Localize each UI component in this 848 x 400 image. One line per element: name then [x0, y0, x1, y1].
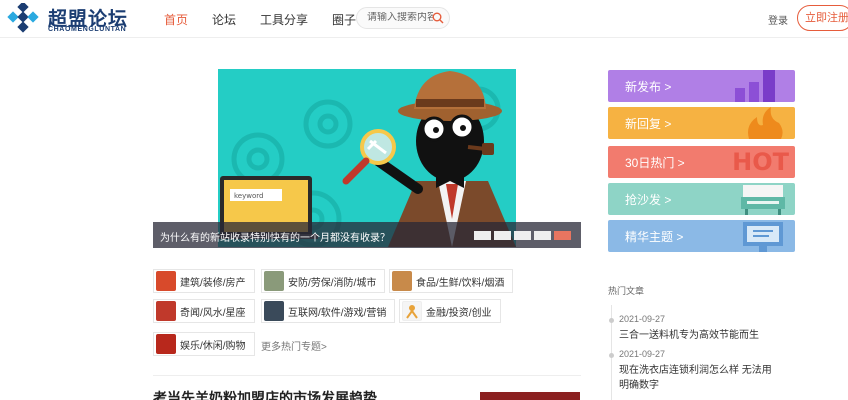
main-nav: 首页 论坛 工具分享 圈子 — [164, 11, 380, 28]
category-food[interactable]: 食品/生鲜/饮料/烟酒 — [389, 269, 514, 293]
search-box — [356, 7, 450, 29]
site-header: 超盟论坛 CHAOMENGLUNTAN 首页 论坛 工具分享 圈子 登录 立即注… — [0, 0, 848, 38]
nav-home[interactable]: 首页 — [164, 11, 188, 28]
food-icon — [392, 271, 412, 291]
article-thumbnail[interactable] — [480, 392, 580, 400]
nav-circle[interactable]: 圈子 — [332, 11, 356, 28]
category-security[interactable]: 安防/劳保/消防/城市 — [261, 269, 386, 293]
button-label: 新回复 > — [625, 117, 672, 131]
category-label: 互联网/软件/游戏/营销 — [288, 307, 387, 319]
category-mystery[interactable]: 奇闻/风水/星座 — [153, 299, 255, 323]
slide-dot[interactable] — [534, 231, 551, 240]
mystery-icon — [156, 301, 176, 321]
button-label: 30日热门 > — [625, 156, 685, 170]
slide-dot-active[interactable] — [554, 231, 571, 240]
hot-article-date: 2021-09-27 — [619, 314, 666, 324]
sofa-icon — [741, 185, 785, 215]
category-construction[interactable]: 建筑/装修/房产 — [153, 269, 255, 293]
category-finance[interactable]: 金融/投资/创业 — [399, 299, 501, 323]
hot-article-item[interactable]: 2021-09-27 三合一送料机专为高效节能而生 — [619, 314, 779, 343]
category-label: 安防/劳保/消防/城市 — [288, 277, 377, 289]
slide-indicators — [471, 231, 571, 240]
banner-image[interactable]: keyword — [218, 69, 516, 247]
hot-article-title[interactable]: 三合一送料机专为高效节能而生 — [619, 328, 779, 343]
category-entertainment[interactable]: 娱乐/休闲/购物 — [153, 332, 255, 356]
article-title[interactable]: 考当先羊奶粉加盟店的市场发展趋势 — [153, 388, 377, 400]
worker-icon — [156, 271, 176, 291]
featured-topics-button[interactable]: 精华主题 > — [608, 220, 795, 252]
category-label: 奇闻/风水/星座 — [180, 307, 246, 319]
security-icon — [264, 271, 284, 291]
nav-tools[interactable]: 工具分享 — [260, 11, 308, 28]
logo-mark-icon — [7, 3, 39, 33]
site-logo[interactable]: 超盟论坛 CHAOMENGLUNTAN — [6, 3, 134, 35]
nav-forum[interactable]: 论坛 — [212, 11, 236, 28]
hot-article-item[interactable]: 2021-09-27 现在洗衣店连锁利润怎么样 无法用明确数字 — [619, 349, 779, 393]
button-label: 新发布 > — [625, 80, 672, 94]
register-button[interactable]: 立即注册 — [797, 5, 848, 31]
category-label: 金融/投资/创业 — [426, 307, 492, 319]
slide-dot[interactable] — [474, 231, 491, 240]
more-topics-link[interactable]: 更多热门专题> — [261, 338, 327, 353]
search-input[interactable] — [367, 12, 433, 23]
flame-icon — [748, 107, 783, 139]
grab-sofa-button[interactable]: 抢沙发 > — [608, 183, 795, 215]
banner-caption-bar: 为什么有的新站收录特别快有的一个月都没有收录？ — [153, 222, 581, 248]
category-internet[interactable]: 互联网/软件/游戏/营销 — [261, 299, 396, 323]
bar-chart-icon — [735, 70, 775, 102]
banner-caption[interactable]: 为什么有的新站收录特别快有的一个月都没有收录？ — [160, 229, 390, 244]
finance-icon — [402, 301, 422, 321]
divider — [153, 375, 581, 376]
button-label: 抢沙发 > — [625, 193, 672, 207]
category-label: 娱乐/休闲/购物 — [180, 340, 246, 352]
detective-illustration: keyword — [218, 71, 516, 247]
category-label: 食品/生鲜/饮料/烟酒 — [416, 277, 505, 289]
button-label: 精华主题 > — [625, 230, 684, 244]
hot-icon: HOT — [732, 148, 789, 176]
slide-dot[interactable] — [494, 231, 511, 240]
hot-article-date: 2021-09-27 — [619, 349, 666, 359]
timeline-dot — [609, 353, 614, 358]
new-posts-button[interactable]: 新发布 > — [608, 70, 795, 102]
hot-article-title[interactable]: 现在洗衣店连锁利润怎么样 无法用明确数字 — [619, 363, 779, 393]
new-replies-button[interactable]: 新回复 > — [608, 107, 795, 139]
entertainment-icon — [156, 334, 176, 354]
logo-subtext: CHAOMENGLUNTAN — [48, 26, 127, 33]
category-label: 建筑/装修/房产 — [180, 277, 246, 289]
login-link[interactable]: 登录 — [768, 12, 788, 27]
monitor-icon — [743, 222, 783, 252]
hot-articles-heading: 热门文章 — [608, 286, 645, 296]
internet-icon — [264, 301, 284, 321]
timeline-dot — [609, 318, 614, 323]
laptop-screen-text: keyword — [234, 192, 263, 200]
search-icon[interactable] — [432, 12, 444, 27]
hot-30-days-button[interactable]: HOT 30日热门 > — [608, 146, 795, 178]
slide-dot[interactable] — [514, 231, 531, 240]
